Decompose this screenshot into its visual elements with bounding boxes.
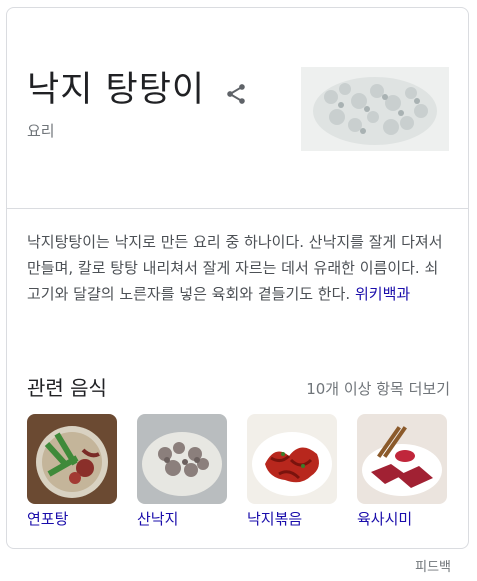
description: 낙지탕탕이는 낙지로 만든 요리 중 하나이다. 산낙지를 잘게 다져서 만들며… [27,229,452,307]
share-icon[interactable] [223,81,249,107]
related-item-yeonpotang[interactable]: 연포탕 [27,414,117,529]
feedback-link[interactable]: 피드백 [415,556,451,575]
more-items-link[interactable]: 10개 이상 항목 더보기 [306,378,450,399]
item-label: 낙지볶음 [247,510,303,528]
food-thumbnail [247,414,337,504]
wikipedia-link[interactable]: 위키백과 [355,285,410,303]
food-thumbnail [137,414,227,504]
item-label: 연포탕 [27,510,69,528]
related-item-sannakji[interactable]: 산낙지 [137,414,227,529]
divider [7,208,468,209]
related-item-nakji-bokkeum[interactable]: 낙지볶음 [247,414,337,529]
food-thumbnail [27,414,117,504]
related-item-yuk-sashimi[interactable]: 육사시미 [357,414,447,529]
related-heading: 관련 음식 [27,376,107,400]
entity-title: 낙지 탕탕이 [27,70,206,110]
entity-image[interactable] [301,67,449,151]
knowledge-panel: 낙지 탕탕이 요리 낙지탕탕이는 낙지로 만든 요리 중 하나이다. 산낙지를 … [6,7,469,549]
entity-type: 요리 [27,122,55,140]
item-label: 산낙지 [137,510,179,528]
item-label: 육사시미 [357,510,413,528]
food-thumbnail [357,414,447,504]
panel-header: 낙지 탕탕이 요리 [7,8,468,208]
